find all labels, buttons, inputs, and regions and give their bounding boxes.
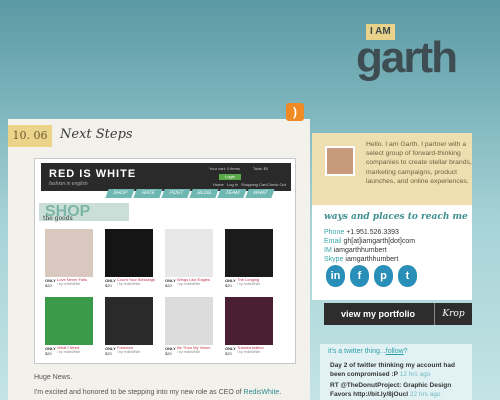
contact-value: +1.951.526.3393: [346, 229, 399, 236]
post-date: 10. 06: [8, 125, 52, 147]
logo-name: garth: [356, 33, 458, 82]
product-price: $20: [225, 351, 232, 356]
contact-key: Email: [324, 238, 342, 245]
portfolio-button[interactable]: view my portfolio Krop: [324, 303, 472, 325]
contact-key: Phone: [324, 229, 345, 236]
post-title[interactable]: Next Steps: [60, 127, 133, 142]
product-image: [165, 229, 213, 277]
tweet-time[interactable]: 12 hrs ago: [400, 371, 431, 378]
product-by: / by redisWhite: [237, 282, 261, 286]
product-by: / by redisWhite: [177, 282, 201, 286]
post-body-line-1: Huge News.: [34, 374, 73, 381]
rediswhite-link[interactable]: RedisWhite: [244, 389, 280, 396]
rw-nav-post: POST: [161, 189, 191, 198]
portfolio-label: view my portfolio: [341, 309, 416, 319]
product-price: $20: [225, 283, 232, 288]
contact-skype: Skype iamgarthhumbert: [324, 256, 398, 263]
tweet-text: Day 2 of twitter thinking my account had…: [330, 362, 455, 378]
twitter-follow-link[interactable]: follow: [386, 348, 404, 355]
twitter-heading-end: ?: [403, 348, 408, 355]
product-price: $20: [45, 283, 52, 288]
rw-tagline: fashion in english: [49, 181, 88, 187]
post-body-text: I'm excited and honored to be stepping i…: [34, 389, 244, 396]
rw-nav-rate: RATE: [133, 189, 163, 198]
product-card: ONLY Be Thou My Vision $20/ by redisWhite: [163, 297, 217, 357]
contact-key: Skype: [324, 256, 344, 263]
contact-key: IM: [324, 247, 332, 254]
rw-link-checkout: Check Out: [267, 182, 286, 187]
rw-login-button: Login: [219, 174, 241, 180]
twitter-icon[interactable]: t: [398, 265, 417, 287]
posterous-icon[interactable]: p: [374, 265, 393, 287]
tweet: RT @TheDonutProject: Graphic Design Favo…: [330, 381, 468, 399]
contact-value: iamgarthhumbert: [345, 256, 399, 263]
contact-phone: Phone +1.951.526.3393: [324, 229, 399, 236]
product-price: $20: [105, 351, 112, 356]
tweet: Day 2 of twitter thinking my account had…: [330, 361, 468, 379]
product-by: / by redisWhite: [57, 282, 81, 286]
rw-cart-total: Total: $0: [253, 166, 269, 171]
product-by: / by redisWhite: [177, 350, 201, 354]
bio-text: Hello. I am Garth. I partner with a sele…: [366, 141, 472, 185]
product-card: ONLY What I Need $20/ by redisWhite: [43, 297, 97, 357]
product-card: ONLY Transformation $20/ by redisWhite: [223, 297, 277, 357]
avatar: [325, 146, 355, 176]
rw-header: RED IS WHITE fashion in english Your car…: [41, 163, 291, 191]
product-card: ONLY Count Your Blessings $20/ by redisWhi…: [103, 229, 157, 289]
rw-link-home: Home: [213, 182, 224, 187]
rw-nav-what: WHAT: [245, 189, 275, 198]
product-image: [225, 297, 273, 345]
rw-brand: RED IS WHITE: [49, 168, 137, 180]
contact-email: Email gh[at]iamgarth[dot]com: [324, 238, 415, 245]
product-price: $20: [165, 283, 172, 288]
rw-nav-team: TEAM: [217, 189, 247, 198]
site-logo[interactable]: I AM garth: [356, 24, 458, 84]
product-price: $20: [165, 351, 172, 356]
product-image: [225, 229, 273, 277]
product-card: ONLY The Longing $20/ by redisWhite: [223, 229, 277, 289]
contact-value[interactable]: gh[at]iamgarth[dot]com: [343, 238, 415, 245]
product-card: ONLY Wings Like Eagles $20/ by redisWhite: [163, 229, 217, 289]
rss-icon[interactable]: ): [286, 103, 304, 121]
rw-cart-info: Your cart: 0 items: [209, 166, 240, 171]
rw-nav-blog: BLOG: [189, 189, 219, 198]
twitter-heading-text: it's a twitter thing...: [328, 348, 386, 355]
rw-link-cart: Shopping Cart: [241, 182, 267, 187]
rw-section-title: the goods: [43, 215, 73, 222]
product-image: [45, 229, 93, 277]
product-image: [45, 297, 93, 345]
product-image: [165, 297, 213, 345]
contact-value: iamgarthhumbert: [333, 247, 387, 254]
linkedin-icon[interactable]: in: [326, 265, 345, 287]
rw-nav-shop: SHOP: [105, 189, 135, 198]
product-by: / by redisWhite: [117, 350, 141, 354]
contact-im: IM iamgarthhumbert: [324, 247, 387, 254]
product-by: / by redisWhite: [117, 282, 141, 286]
product-price: $20: [105, 283, 112, 288]
post-screenshot: RED IS WHITE fashion in english Your car…: [34, 158, 296, 364]
twitter-heading: it's a twitter thing...follow?: [328, 348, 408, 355]
product-price: $20: [45, 351, 52, 356]
facebook-icon[interactable]: f: [350, 265, 369, 287]
product-card: ONLY Freedom $20/ by redisWhite: [103, 297, 157, 357]
product-card: ONLY Love Never Fails $20/ by redisWhite: [43, 229, 97, 289]
product-by: / by redisWhite: [237, 350, 261, 354]
contact-heading: ways and places to reach me: [324, 212, 468, 222]
krop-logo: Krop: [434, 303, 472, 325]
post-body-end: .: [279, 389, 282, 396]
tweet-time[interactable]: 22 hrs ago: [410, 391, 441, 398]
product-image: [105, 297, 153, 345]
rw-link-login: Log in: [227, 182, 238, 187]
product-by: / by redisWhite: [57, 350, 81, 354]
post-body-line-2: I'm excited and honored to be stepping i…: [34, 389, 281, 396]
product-image: [105, 229, 153, 277]
